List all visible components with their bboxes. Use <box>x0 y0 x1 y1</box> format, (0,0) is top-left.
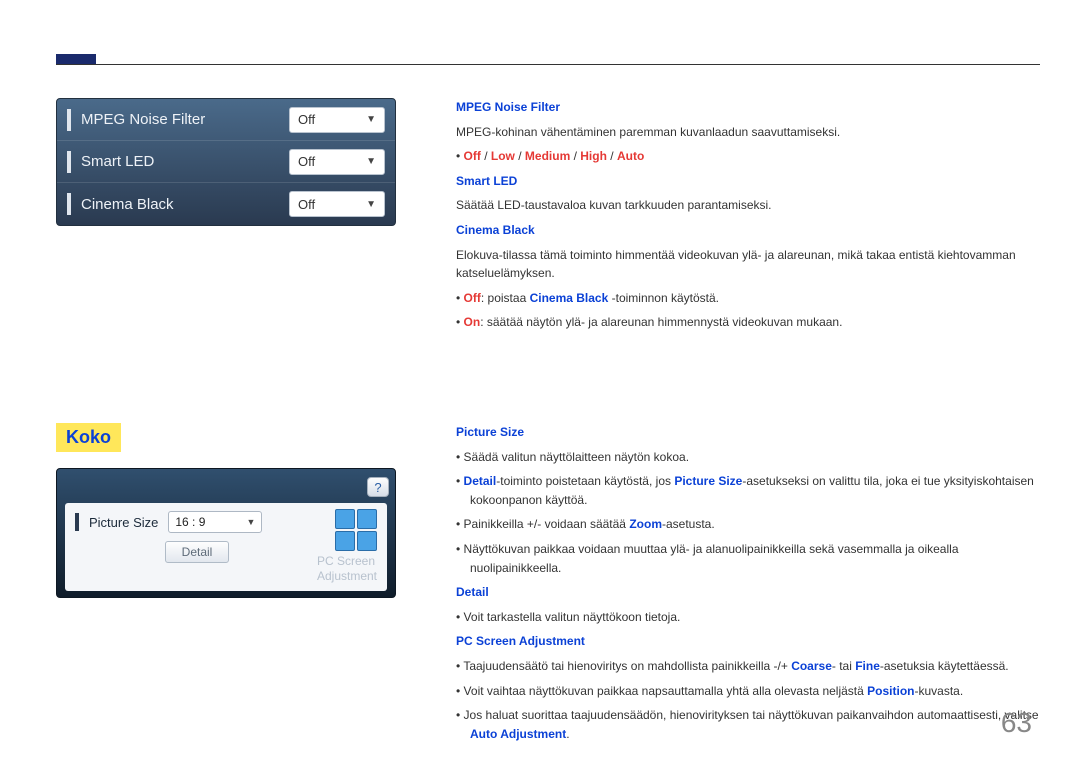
bullet: Voit tarkastella valitun näyttökoon tiet… <box>456 608 1040 627</box>
text: -asetuksia käytettäessä. <box>880 659 1009 673</box>
row-label: Cinema Black <box>81 196 289 213</box>
chevron-down-icon: ▼ <box>246 517 255 527</box>
bullet: Säädä valitun näyttölaitteen näytön koko… <box>456 448 1040 467</box>
row-label: Smart LED <box>81 153 289 170</box>
text: Painikkeilla +/- voidaan säätää <box>464 517 630 531</box>
bullet: Jos haluat suorittaa taajuudensäädön, hi… <box>456 706 1040 743</box>
chevron-down-icon: ▼ <box>366 114 376 125</box>
row-label: MPEG Noise Filter <box>81 111 289 128</box>
text: -toiminto poistetaan käytöstä, jos <box>496 474 674 488</box>
text-block-upper: MPEG Noise Filter MPEG-kohinan vähentämi… <box>456 98 1040 338</box>
heading-mpeg-noise-filter: MPEG Noise Filter <box>456 100 560 114</box>
sep: / <box>570 149 580 163</box>
settings-panel: MPEG Noise Filter Off ▼ Smart LED Off ▼ … <box>56 98 396 226</box>
text: : säätää näytön ylä- ja alareunan himmen… <box>480 315 842 329</box>
text: : poistaa <box>481 291 530 305</box>
position-quadrant[interactable] <box>335 509 355 529</box>
key-off: Off <box>464 291 481 305</box>
position-quadrant[interactable] <box>335 531 355 551</box>
opt-auto: Auto <box>617 149 644 163</box>
row-mpeg-noise-filter: MPEG Noise Filter Off ▼ <box>57 99 395 141</box>
smart-led-select[interactable]: Off ▼ <box>289 149 385 175</box>
picture-size-select[interactable]: 16 : 9 ▼ <box>168 511 262 533</box>
row-marker <box>67 193 71 215</box>
heading-pc-screen-adjustment: PC Screen Adjustment <box>456 634 585 648</box>
heading-detail: Detail <box>456 585 489 599</box>
para: MPEG-kohinan vähentäminen paremman kuvan… <box>456 123 1040 142</box>
ref-coarse: Coarse <box>791 659 832 673</box>
bullet: Off / Low / Medium / High / Auto <box>456 147 1040 166</box>
bullet: Off: poistaa Cinema Black -toiminnon käy… <box>456 289 1040 308</box>
opt-low: Low <box>491 149 515 163</box>
bullet: Detail-toiminto poistetaan käytöstä, jos… <box>456 472 1040 509</box>
heading-picture-size: Picture Size <box>456 425 524 439</box>
row-smart-led: Smart LED Off ▼ <box>57 141 395 183</box>
text: Voit vaihtaa näyttökuvan paikkaa napsaut… <box>464 684 868 698</box>
key-on: On <box>464 315 481 329</box>
text: - tai <box>832 659 855 673</box>
ref-position: Position <box>867 684 914 698</box>
chevron-down-icon: ▼ <box>366 199 376 210</box>
text: -toiminnon käytöstä. <box>608 291 719 305</box>
sep: / <box>481 149 491 163</box>
text: Taajuudensäätö tai hienoviritys on mahdo… <box>463 659 791 673</box>
heading-smart-led: Smart LED <box>456 174 517 188</box>
header-accent <box>56 54 96 64</box>
cinema-black-select[interactable]: Off ▼ <box>289 191 385 217</box>
detail-button[interactable]: Detail <box>165 541 229 563</box>
text: . <box>566 727 569 741</box>
select-value: Off <box>298 197 315 212</box>
row-marker <box>67 109 71 131</box>
picture-size-panel: ? Picture Size 16 : 9 ▼ Detail PC Screen… <box>56 468 396 598</box>
row-marker <box>75 513 79 531</box>
para: Säätää LED-taustavaloa kuvan tarkkuuden … <box>456 196 1040 215</box>
ref-zoom: Zoom <box>629 517 662 531</box>
opt-off: Off <box>464 149 481 163</box>
row-cinema-black: Cinema Black Off ▼ <box>57 183 395 225</box>
para: Elokuva-tilassa tämä toiminto himmentää … <box>456 246 1040 283</box>
panel-topbar: ? <box>57 475 395 503</box>
bullet: Näyttökuvan paikkaa voidaan muuttaa ylä-… <box>456 540 1040 577</box>
header-rule <box>56 64 1040 65</box>
text: -kuvasta. <box>914 684 963 698</box>
ref-picture-size: Picture Size <box>674 474 742 488</box>
pc-screen-adjustment-ghost: PC Screen Adjustment <box>317 554 377 583</box>
ref-cinema-black: Cinema Black <box>530 291 609 305</box>
select-value: 16 : 9 <box>175 515 205 529</box>
chevron-down-icon: ▼ <box>366 156 376 167</box>
ref-detail: Detail <box>464 474 497 488</box>
heading-cinema-black: Cinema Black <box>456 223 535 237</box>
section-heading-koko: Koko <box>56 423 121 452</box>
text: Jos haluat suorittaa taajuudensäädön, hi… <box>464 708 1039 722</box>
select-value: Off <box>298 112 315 127</box>
row-picture-size: Picture Size 16 : 9 ▼ <box>75 511 377 533</box>
mpeg-noise-filter-select[interactable]: Off ▼ <box>289 107 385 133</box>
ref-fine: Fine <box>855 659 880 673</box>
position-grid-icon[interactable] <box>335 509 377 551</box>
help-button[interactable]: ? <box>367 477 389 497</box>
position-quadrant[interactable] <box>357 509 377 529</box>
sep: / <box>515 149 525 163</box>
select-value: Off <box>298 154 315 169</box>
position-quadrant[interactable] <box>357 531 377 551</box>
row-label: Picture Size <box>89 515 158 530</box>
ref-auto-adjustment: Auto Adjustment <box>470 727 566 741</box>
opt-high: High <box>580 149 607 163</box>
sep: / <box>607 149 617 163</box>
bullet: Taajuudensäätö tai hienoviritys on mahdo… <box>456 657 1040 676</box>
bullet: Voit vaihtaa näyttökuvan paikkaa napsaut… <box>456 682 1040 701</box>
text: -asetusta. <box>662 517 715 531</box>
panel-body: Picture Size 16 : 9 ▼ Detail PC Screen A… <box>65 503 387 591</box>
ghost-line: Adjustment <box>317 569 377 583</box>
bullet: On: säätää näytön ylä- ja alareunan himm… <box>456 313 1040 332</box>
ghost-line: PC Screen <box>317 554 375 568</box>
row-marker <box>67 151 71 173</box>
opt-medium: Medium <box>525 149 570 163</box>
page-number: 63 <box>1001 707 1032 739</box>
bullet: Painikkeilla +/- voidaan säätää Zoom-ase… <box>456 515 1040 534</box>
text-block-lower: Picture Size Säädä valitun näyttölaittee… <box>456 423 1040 749</box>
